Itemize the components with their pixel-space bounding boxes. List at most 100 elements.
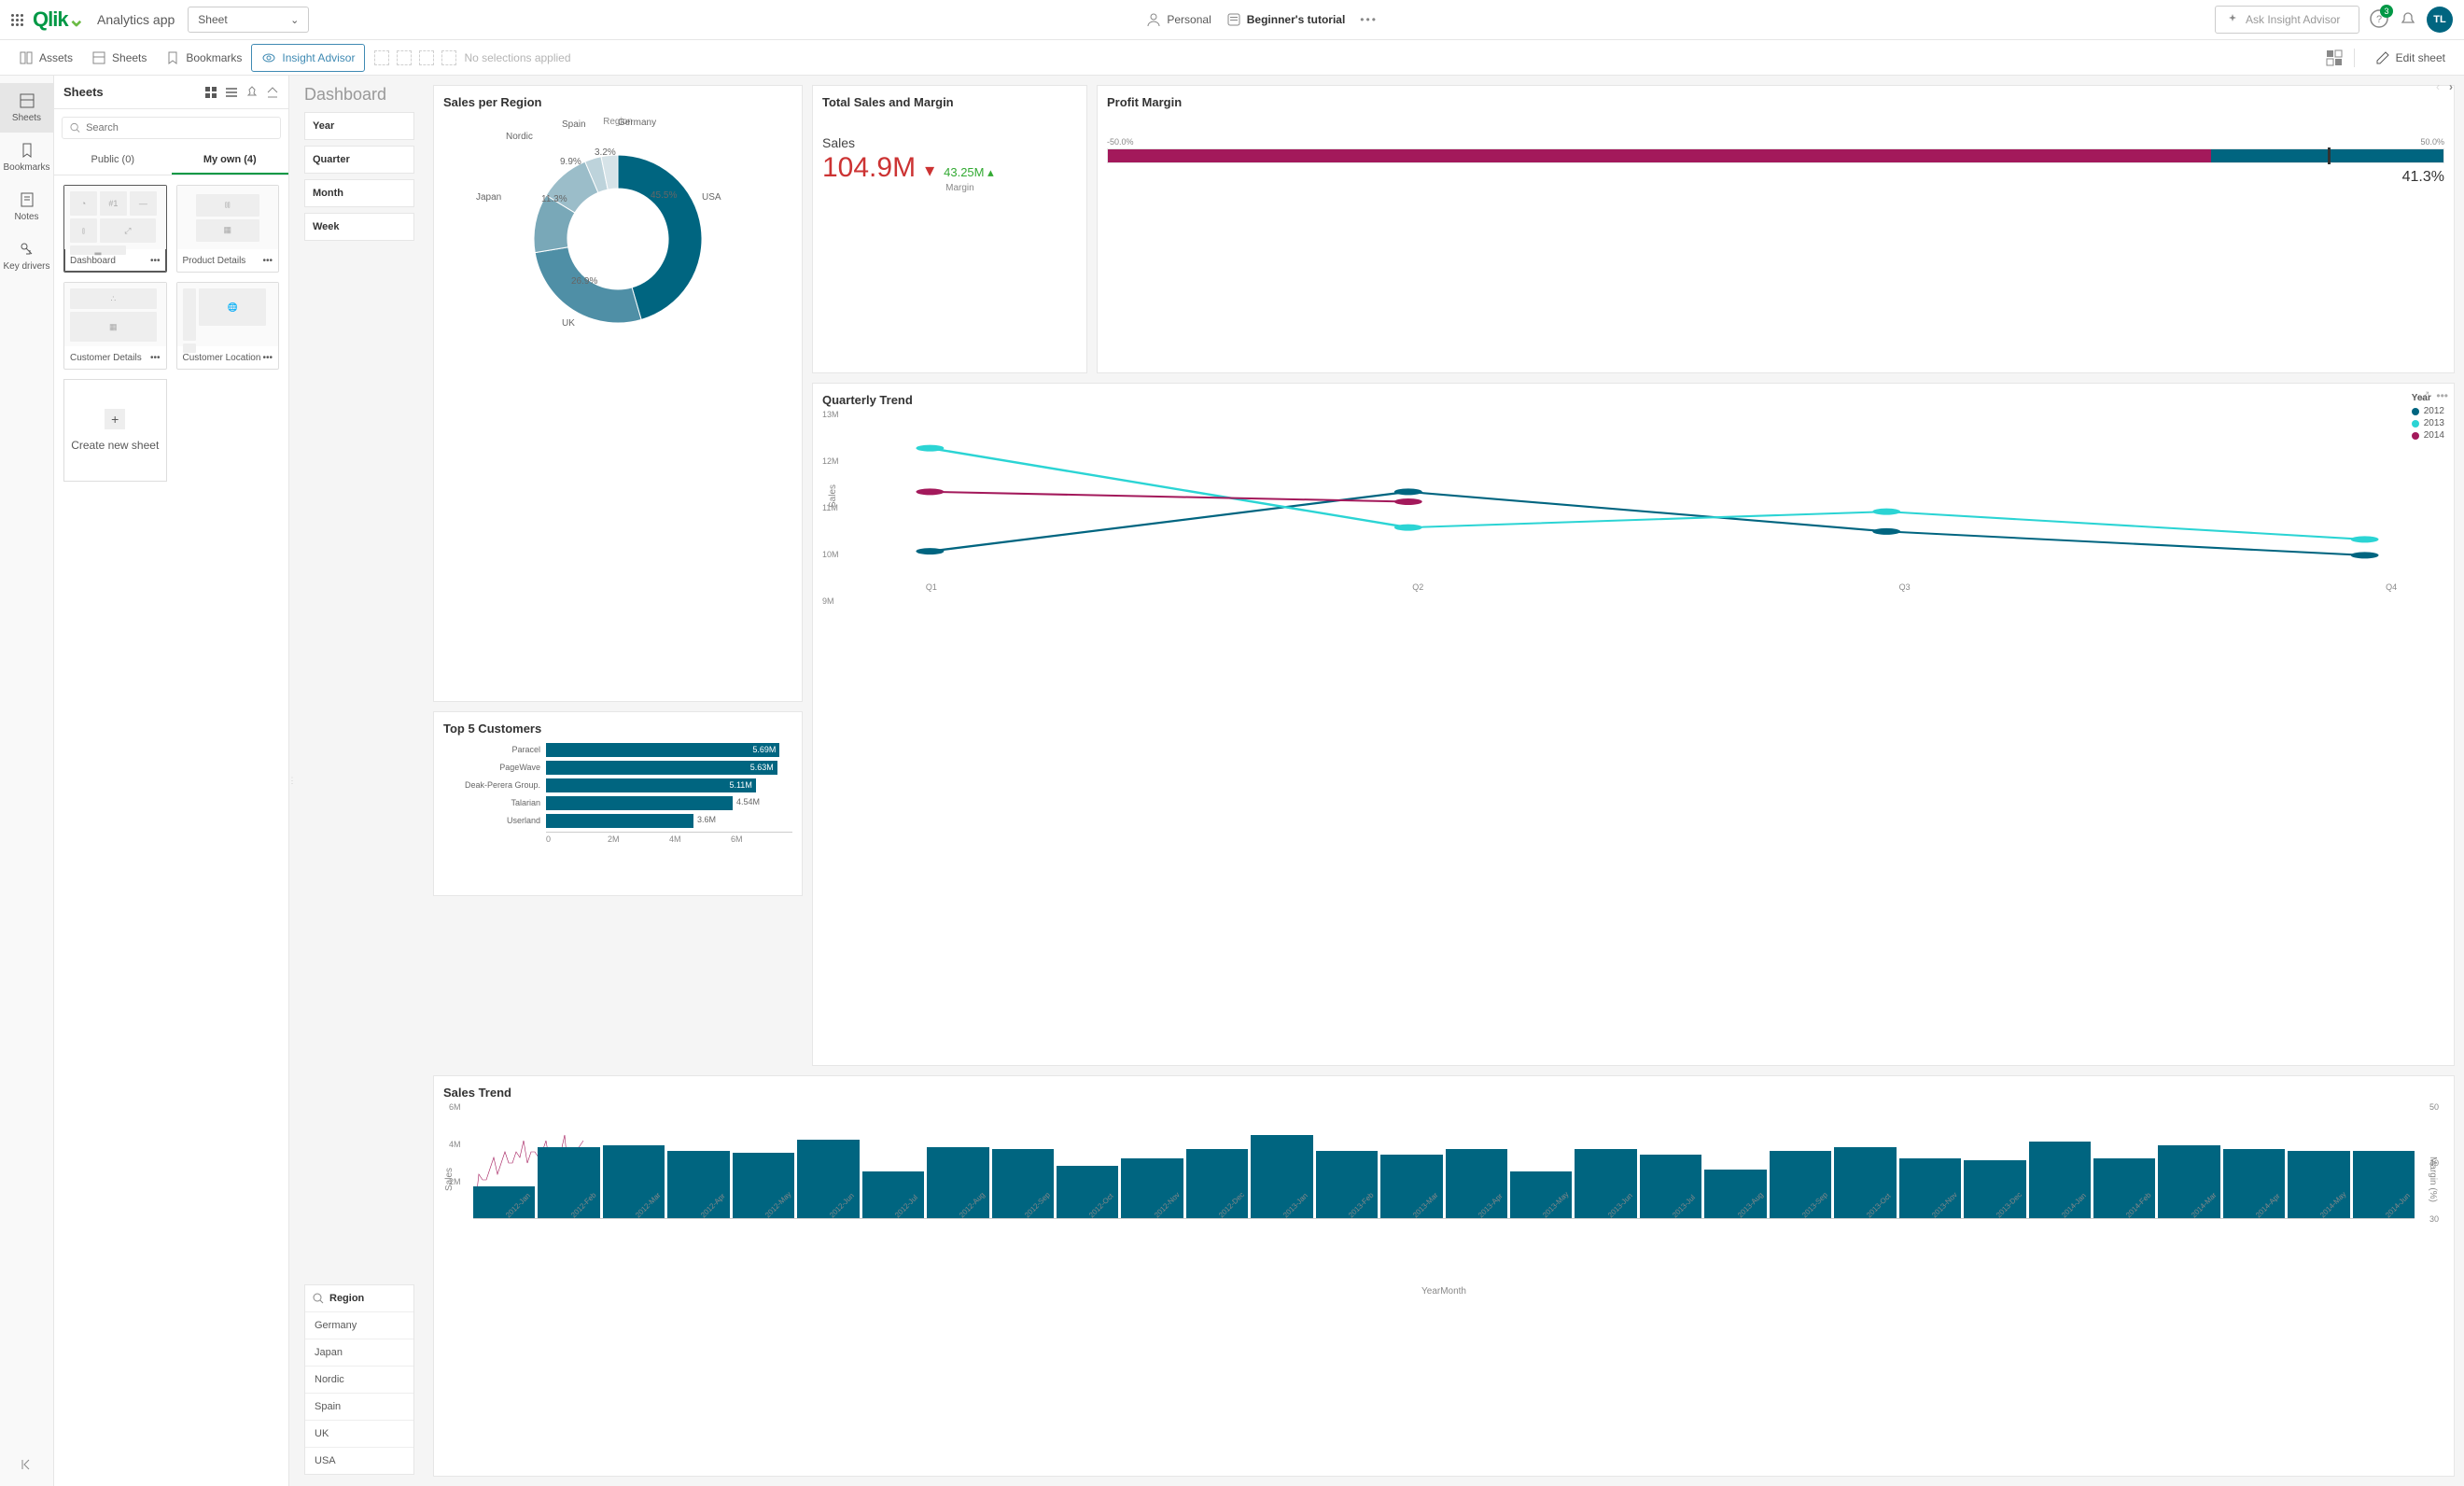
next-sheet-icon[interactable]: › [2449,80,2453,93]
insight-advisor-button[interactable]: Insight Advisor [251,44,365,72]
create-sheet-button[interactable]: + Create new sheet [63,379,167,482]
filter-quarter[interactable]: Quarter [304,146,414,174]
x-tick: Q3 [1899,582,1911,592]
trend-xtick: 2013-Mar [1411,1191,1440,1220]
back-selection-icon[interactable] [397,50,412,65]
qlik-logo[interactable]: Qlik⌄ [33,7,84,32]
help-button[interactable]: ? 3 [2369,8,2389,32]
filter-month[interactable]: Month [304,179,414,207]
trend-xtick: 2012-Nov [1153,1190,1182,1219]
rail-bookmarks[interactable]: Bookmarks [0,133,53,182]
trend-xtick: 2012-Apr [699,1191,727,1219]
assets-icon [19,50,34,65]
bar-label: Userland [443,816,546,825]
sales-per-region-card[interactable]: Sales per Region Region USA45.5%UK26.9%J… [433,85,803,702]
trend-xtick: 2012-Feb [569,1191,598,1220]
tab-myown[interactable]: My own (4) [172,147,289,175]
kpi-trend-icon: ▾ [925,159,934,182]
thumb-location[interactable]: 🌐 Customer Location••• [176,282,280,370]
prev-sheet-icon[interactable]: ‹ [2436,80,2440,93]
thumb-dashboard[interactable]: ◔#1—⫾⤢▂ Dashboard••• [63,185,167,273]
trend-xtick: 2012-Jul [893,1193,919,1219]
top5-customers-card[interactable]: Top 5 Customers Paracel5.69MPageWave5.63… [433,711,803,896]
rail-keydrivers[interactable]: Key drivers [0,231,53,281]
selections-tool-icon[interactable] [2326,49,2343,66]
bar-label: Paracel [443,745,546,754]
region-listbox: Region GermanyJapanNordicSpainUKUSA [304,1284,414,1475]
donut-cat-label: Japan [476,192,501,203]
more-icon[interactable]: ••• [262,353,273,363]
filter-week[interactable]: Week [304,213,414,241]
more-icon[interactable]: ••• [150,256,161,266]
bookmark-icon [165,50,180,65]
assets-button[interactable]: Assets [9,45,82,71]
quarterly-trend-card[interactable]: ⤢••• Quarterly Trend Year 201220132014 9… [812,383,2455,1066]
chevron-down-icon: ⌄ [290,14,299,26]
more-icon[interactable]: ••• [1360,13,1378,26]
bell-icon[interactable] [2399,10,2417,29]
region-row[interactable]: Japan [305,1339,413,1366]
collapse-rail-button[interactable] [8,1446,46,1486]
personal-space[interactable]: Personal [1146,12,1211,27]
lasso-icon[interactable] [374,50,389,65]
region-row[interactable]: Nordic [305,1366,413,1393]
search-input[interactable] [86,122,273,133]
edit-sheet-button[interactable]: Edit sheet [2366,45,2455,71]
ask-insight-input[interactable]: Ask Insight Advisor [2215,6,2359,34]
trend-bar: 2012-Apr [667,1151,729,1217]
tutorial-link[interactable]: Beginner's tutorial [1226,12,1346,27]
sparkle-icon [2225,12,2240,27]
search-icon[interactable] [313,1293,324,1304]
search-icon [70,122,80,133]
thumb-customer[interactable]: ∴▦ Customer Details••• [63,282,167,370]
region-row[interactable]: Spain [305,1393,413,1420]
grid-view-icon[interactable] [204,86,217,99]
bar-value: 3.6M [697,815,716,824]
sales-trend-chart: 2M4M6M 304050 2012-Jan2012-Feb2012-Mar20… [443,1107,2444,1256]
edit-label: Edit sheet [2396,51,2445,64]
quarter-chart: 9M10M11M12M13M Q1Q2Q3Q4 Sales [822,414,2444,601]
region-row[interactable]: UK [305,1420,413,1447]
trend-bar: 2013-Dec [1964,1160,2025,1217]
region-row[interactable]: Germany [305,1311,413,1339]
trend-bar: 2012-Jun [797,1140,859,1217]
sheets-panel: Sheets Public (0) My own (4) ◔#1—⫾⤢▂ Das… [54,76,289,1486]
expand-icon[interactable] [266,86,279,99]
filter-year[interactable]: Year [304,112,414,140]
trend-xtick: 2013-Sep [1800,1190,1829,1219]
trend-bar: 2013-Aug [1704,1170,1766,1218]
donut-cat-label: Nordic [506,132,533,142]
thumb-product[interactable]: ⫾⫾▦ Product Details••• [176,185,280,273]
trend-bar: 2013-Sep [1770,1151,1831,1217]
rail-label: Sheets [12,113,41,123]
total-sales-card[interactable]: Total Sales and Margin Sales 104.9M ▾ 43… [812,85,1087,373]
region-row[interactable]: USA [305,1447,413,1474]
rail-sheets[interactable]: Sheets [0,83,53,133]
trend-xtick: 2013-Apr [1477,1191,1505,1219]
card-title: Sales Trend [443,1086,2444,1100]
fwd-selection-icon[interactable] [419,50,434,65]
help-badge: 3 [2380,5,2393,18]
panel-search[interactable] [62,117,281,139]
trend-xtick: 2012-Sep [1023,1190,1052,1219]
trend-bar: 2012-Sep [992,1149,1054,1217]
clear-selection-icon[interactable] [441,50,456,65]
app-launcher-icon[interactable] [11,14,23,26]
profit-margin-card[interactable]: Profit Margin -50.0% 50.0% 41.3% [1097,85,2455,373]
more-icon[interactable]: ••• [262,256,273,266]
more-icon[interactable]: ••• [150,353,161,363]
bookmarks-button[interactable]: Bookmarks [156,45,251,71]
sheet-dropdown[interactable]: Sheet ⌄ [188,7,309,33]
sales-trend-card[interactable]: Sales Trend 2M4M6M 304050 2012-Jan2012-F… [433,1075,2455,1477]
list-view-icon[interactable] [225,86,238,99]
user-avatar[interactable]: TL [2427,7,2453,33]
st-y2tick: 50 [2429,1102,2439,1112]
sheets-button[interactable]: Sheets [82,45,156,71]
trend-bar: 2013-Feb [1316,1151,1378,1217]
tab-public[interactable]: Public (0) [54,147,172,175]
plus-icon: + [105,409,125,429]
rail-notes[interactable]: Notes [0,182,53,231]
trend-xtick: 2013-Nov [1930,1190,1959,1219]
pin-icon[interactable] [245,86,259,99]
bar-axis-tick: 2M [608,834,669,844]
